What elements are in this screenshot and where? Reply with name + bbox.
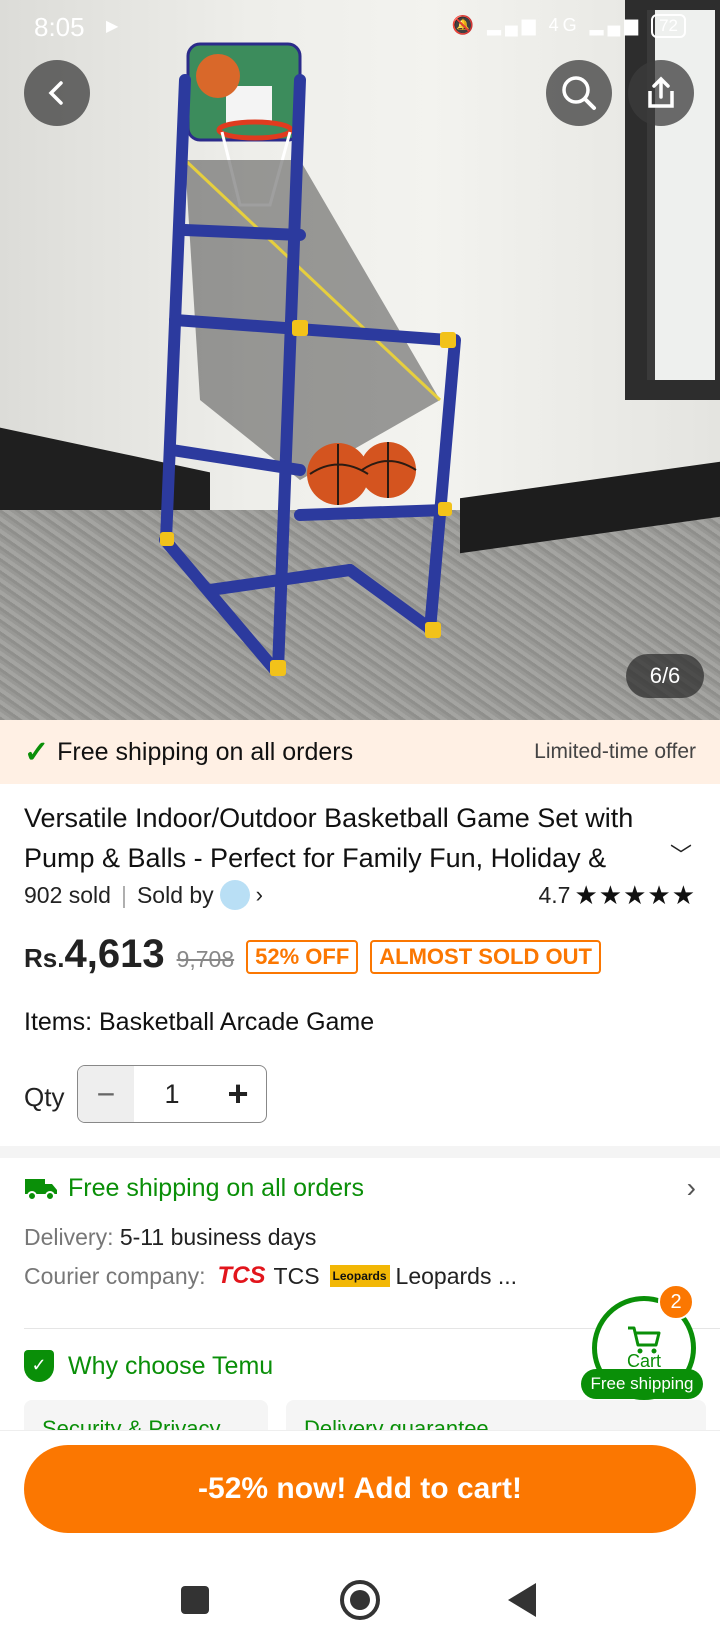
product-title[interactable]: Versatile Indoor/Outdoor Basketball Game… [24,798,664,878]
security-privacy-card[interactable]: Security & Privacy [24,1400,268,1430]
image-counter: 6/6 [626,654,704,698]
search-button[interactable] [546,60,612,126]
system-nav-bar [0,1540,720,1650]
share-button[interactable] [628,60,694,126]
back-button[interactable] [24,60,90,126]
rating-value: 4.7 [538,881,571,908]
delivery-label: Delivery: [24,1224,114,1250]
chevron-right-icon: › [686,1172,696,1203]
product-photo [159,42,461,676]
mute-icon: 🔕 [451,15,479,35]
bottom-action-bar: -52% now! Add to cart! [0,1430,720,1540]
sold-by-label: Sold by [136,881,214,908]
signal-icon: ▂▄▆ [487,15,540,35]
shield-check-icon: ✓ [24,1350,54,1382]
signal-icon-2: ▂▄▆ [589,15,643,35]
courier-2-name: Leopards ... [395,1262,518,1289]
why-choose-row[interactable]: ✓ Why choose Temu [24,1348,273,1384]
share-icon [648,76,674,108]
qty-label: Qty [24,1082,65,1112]
currency-prefix: Rs. [24,943,65,973]
battery-icon: 72 [651,14,686,38]
courier-info: Courier company: TCS TCS Leopards Leopar… [24,1262,517,1290]
chevron-down-icon[interactable]: ﹀ [670,838,692,870]
promo-banner: ✓ Free shipping on all orders Limited-ti… [0,720,720,784]
home-button[interactable] [340,1580,380,1620]
search-icon [562,76,596,110]
product-image-gallery[interactable]: 8:05 ▶ 🔕 ▂▄▆ 4G ▂▄▆ 72 6/6 [0,0,720,720]
section-divider [0,1146,720,1158]
leopards-logo: Leopards [329,1265,390,1287]
shipping-row[interactable]: Free shipping on all orders › [24,1170,696,1206]
card-label: Delivery guarantee [304,1416,489,1430]
sold-count: 902 sold [24,881,111,908]
star-rating-icon: ★★★★★ [574,879,696,910]
courier-label: Courier company: [24,1262,206,1289]
delivery-guarantee-card[interactable]: Delivery guarantee [286,1400,706,1430]
tcs-logo: TCS [217,1262,266,1289]
why-choose-title: Why choose Temu [68,1351,274,1380]
stock-badge: ALMOST SOLD OUT [370,940,601,974]
chevron-right-icon[interactable]: › [256,882,263,908]
add-to-cart-button[interactable]: -52% now! Add to cart! [24,1445,696,1533]
check-icon: ✓ [24,735,50,769]
qty-increase-button[interactable]: + [210,1066,266,1122]
meta-separator: | [120,881,127,908]
recent-apps-button[interactable] [181,1586,209,1614]
rating[interactable]: 4.7 ★★★★★ [538,880,696,911]
promo-text: Free shipping on all orders [57,737,354,766]
status-bar: 8:05 ▶ 🔕 ▂▄▆ 4G ▂▄▆ 72 [0,0,720,54]
current-price: 4,613 [64,932,165,976]
product-meta: 902 sold | Sold by › 4.7 ★★★★★ [24,878,696,912]
status-time: 8:05 [34,12,85,42]
limited-offer-text: Limited-time offer [534,740,696,763]
chevron-left-icon [48,81,63,105]
delivery-value: 5-11 business days [119,1224,317,1250]
cart-count-badge: 2 [658,1284,694,1320]
selected-variant[interactable]: Items: Basketball Arcade Game [24,1008,374,1037]
nav-back-button[interactable] [508,1583,536,1617]
truck-icon [25,1179,57,1201]
status-icons: 🔕 ▂▄▆ 4G ▂▄▆ 72 [452,14,686,38]
courier-1-name: TCS [273,1262,320,1289]
quantity-stepper: − 1 + [77,1065,267,1123]
qty-decrease-button[interactable]: − [78,1066,134,1122]
original-price: 9,708 [176,946,235,972]
cart-free-shipping-tag: Free shipping [581,1369,703,1399]
delivery-info: Delivery: 5-11 business days [24,1224,316,1251]
price-row: Rs. 4,613 9,708 52% OFF ALMOST SOLD OUT [24,932,613,982]
discount-badge: 52% OFF [246,940,359,974]
network-type: 4G [548,15,581,35]
media-play-icon: ▶ [106,18,119,35]
shipping-title: Free shipping on all orders [68,1173,364,1202]
card-label: Security & Privacy [42,1416,221,1430]
seller-logo[interactable] [219,880,250,910]
qty-value[interactable]: 1 [134,1066,210,1122]
